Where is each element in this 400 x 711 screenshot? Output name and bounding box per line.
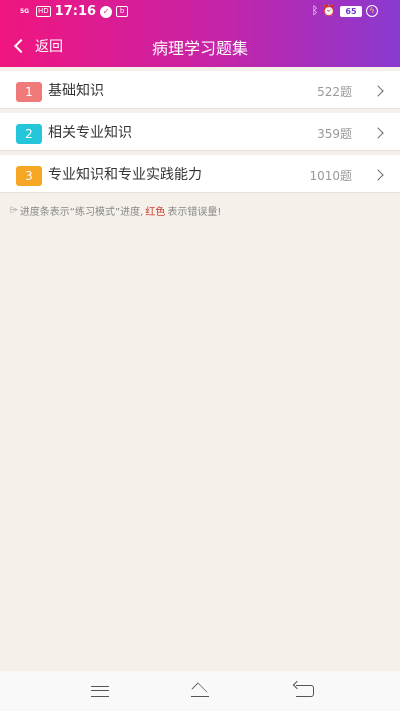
battery-icon: 65 xyxy=(340,5,362,17)
system-nav-bar xyxy=(0,671,400,711)
menu-button[interactable] xyxy=(88,681,112,701)
index-badge: 2 xyxy=(16,124,42,144)
hint-text-red: 红色 xyxy=(145,207,166,218)
chevron-right-icon xyxy=(372,85,384,97)
app2-icon: b xyxy=(116,6,129,17)
status-left: 5G HD 17:16 ✓ b xyxy=(20,4,129,19)
category-title: 基础知识 xyxy=(48,83,104,99)
bluetooth-icon: ᛒ xyxy=(311,4,319,17)
back-icon xyxy=(296,685,314,697)
alarm-icon: ⏰ xyxy=(322,4,336,17)
app-notification-icon: ✓ xyxy=(100,5,113,18)
question-count: 522题 xyxy=(317,85,352,99)
progress-hint: ⌲ 进度条表示“练习模式”进度, 红色 表示错误量! xyxy=(10,203,221,218)
menu-icon xyxy=(91,685,109,697)
hint-text-after: 表示错误量! xyxy=(167,207,222,218)
question-count: 359题 xyxy=(317,127,352,141)
status-bar: 5G HD 17:16 ✓ b ᛒ ⏰ 65 ϟ xyxy=(0,0,400,26)
system-back-button[interactable] xyxy=(293,681,317,701)
home-button[interactable] xyxy=(188,681,212,701)
index-badge: 1 xyxy=(16,82,42,102)
home-icon xyxy=(189,685,211,697)
status-time: 17:16 xyxy=(54,4,97,19)
signal-icon: 5G xyxy=(20,7,30,15)
nav-bar: 返回 病理学习题集 xyxy=(0,26,400,67)
category-title: 专业知识和专业实践能力 xyxy=(48,167,202,183)
category-title: 相关专业知识 xyxy=(48,125,132,141)
page-title: 病理学习题集 xyxy=(151,39,248,58)
category-row-3[interactable]: 3 专业知识和专业实践能力 1010题 xyxy=(0,155,400,193)
charging-icon: ϟ xyxy=(366,5,378,17)
chevron-right-icon xyxy=(372,127,384,139)
chevron-right-icon xyxy=(372,169,384,181)
question-count: 1010题 xyxy=(309,169,352,183)
tag-icon: ⌲ xyxy=(10,205,18,216)
hd-icon: HD xyxy=(36,6,51,17)
category-row-2[interactable]: 2 相关专业知识 359题 xyxy=(0,113,400,151)
category-row-1[interactable]: 1 基础知识 522题 xyxy=(0,71,400,109)
index-badge: 3 xyxy=(16,166,42,186)
app-header: 5G HD 17:16 ✓ b ᛒ ⏰ 65 ϟ 返回 病理学习题集 xyxy=(0,0,400,67)
status-right: ᛒ ⏰ 65 ϟ xyxy=(312,5,378,17)
hint-text-before: 进度条表示“练习模式”进度, xyxy=(19,207,144,218)
